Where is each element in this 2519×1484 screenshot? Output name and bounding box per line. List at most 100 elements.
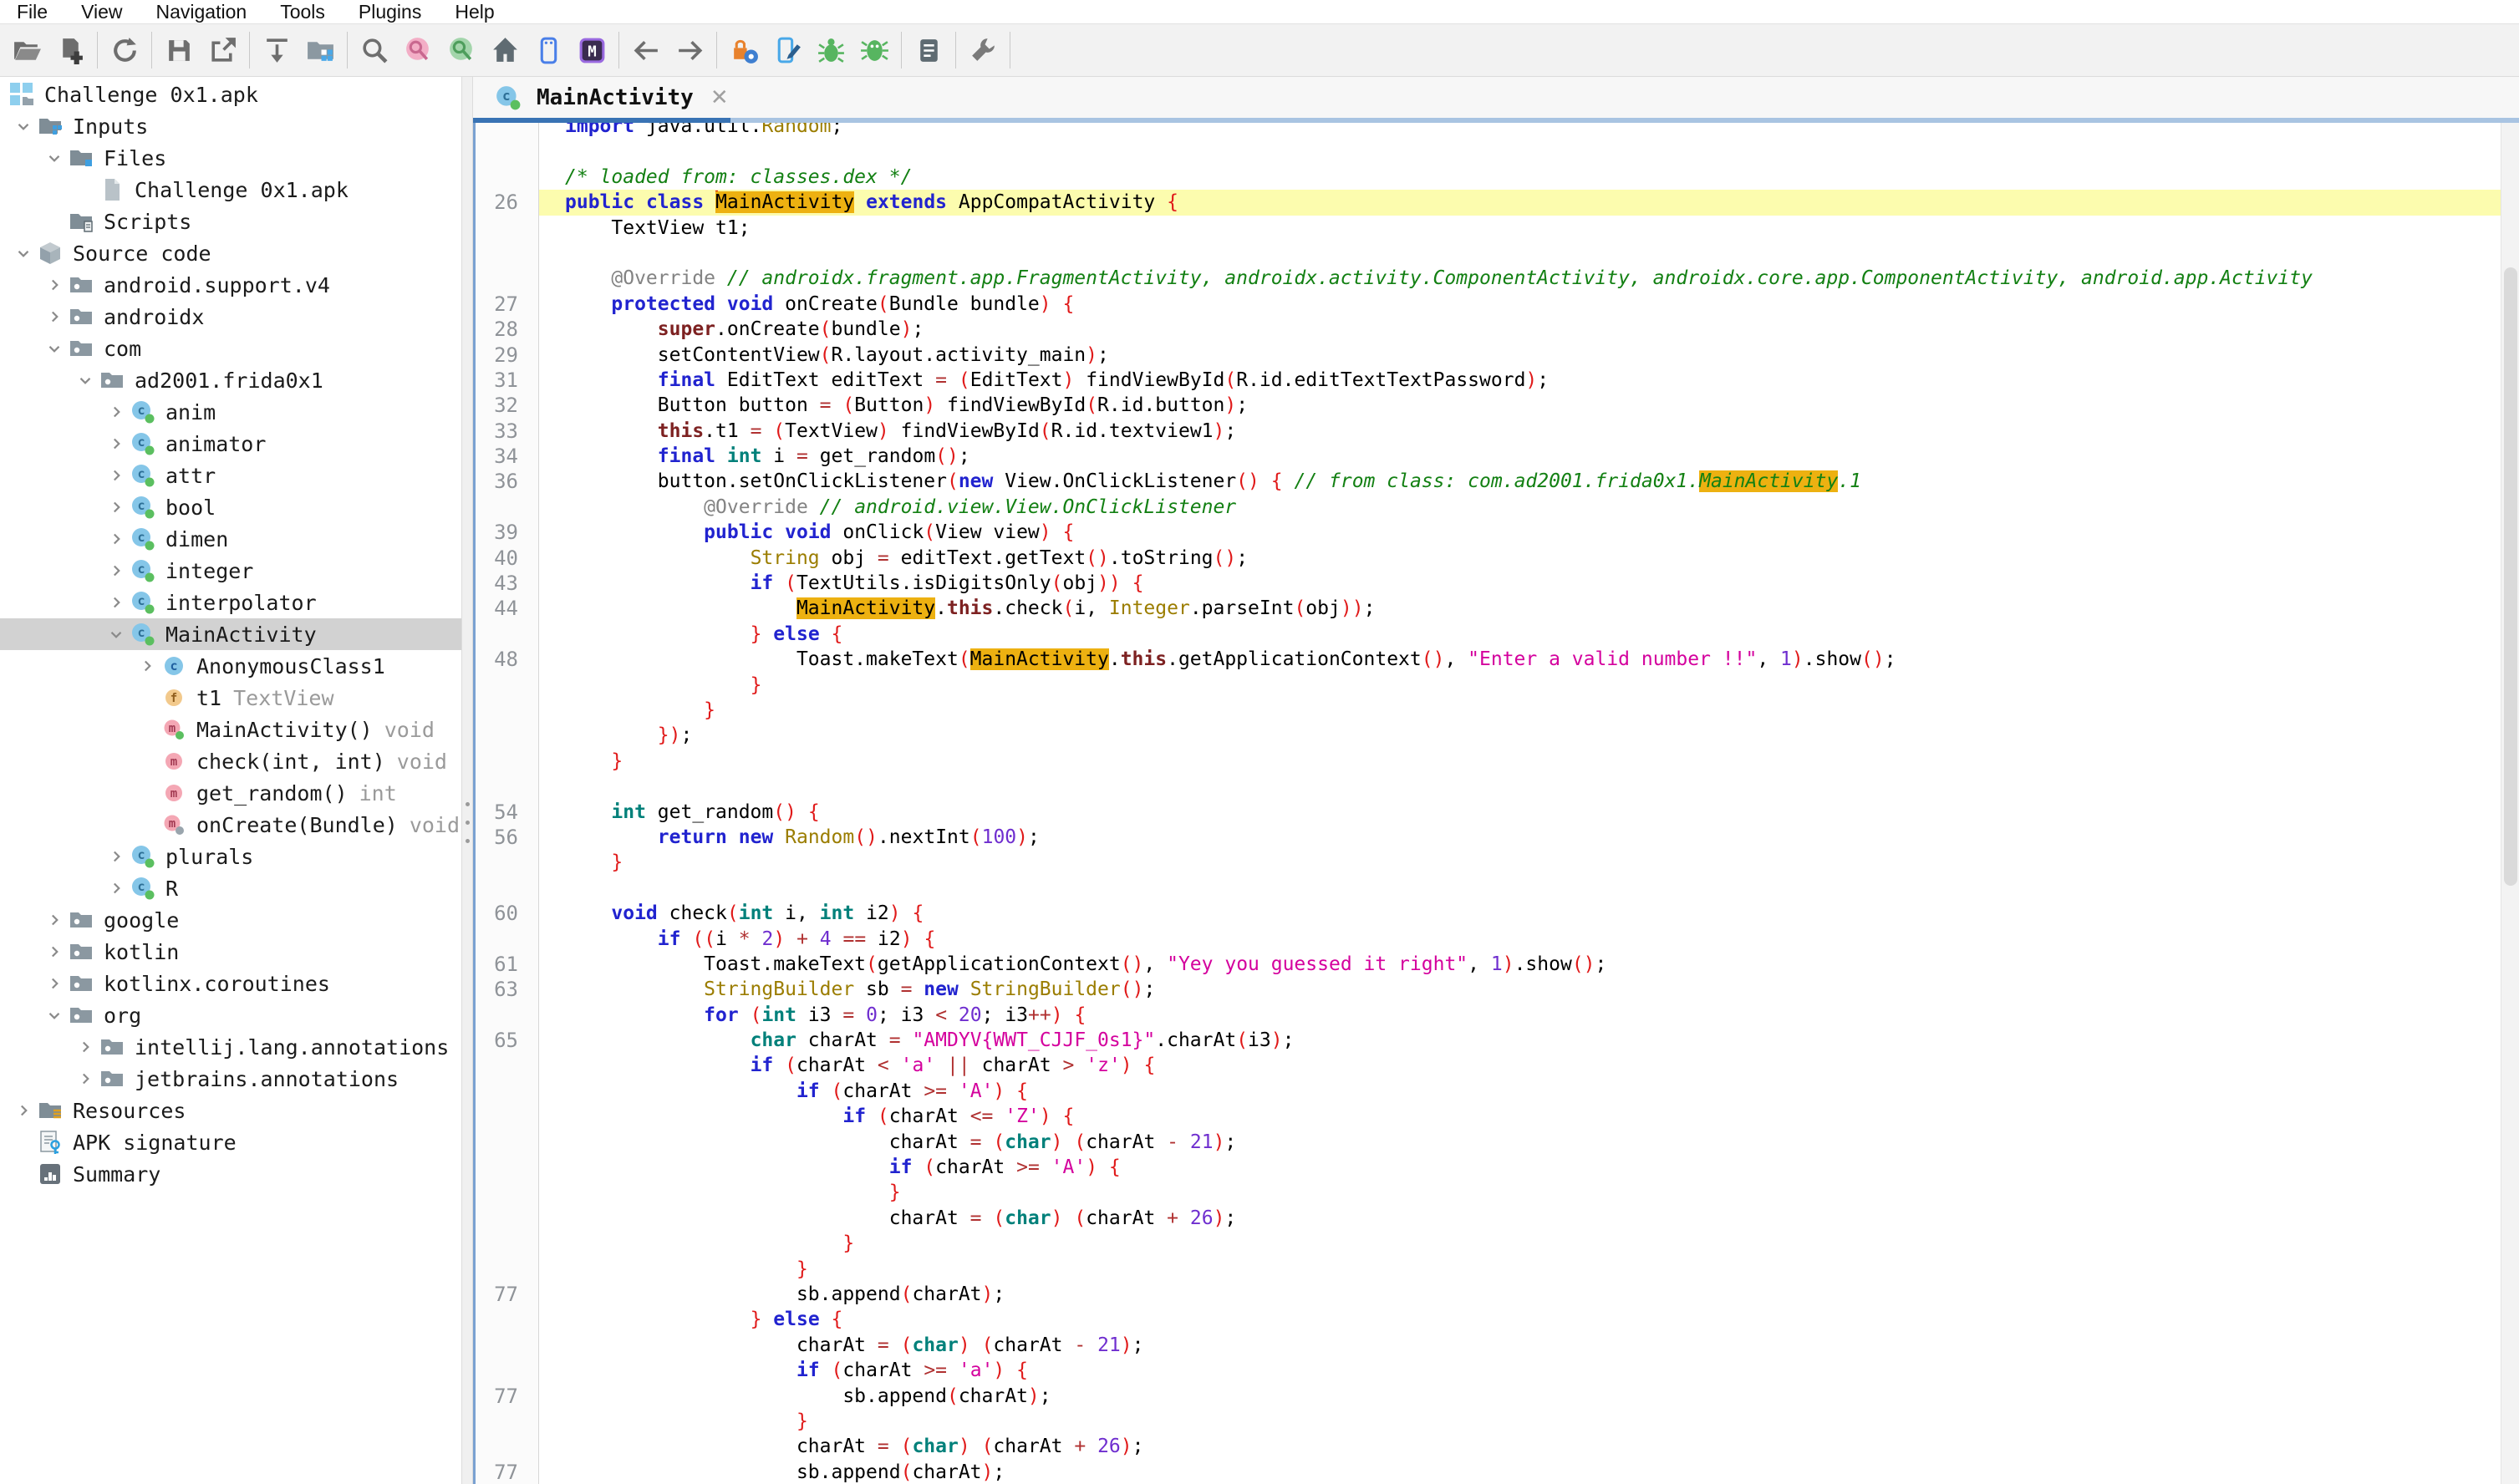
tree-item-bool[interactable]: cbool (0, 491, 461, 523)
menu-item-view[interactable]: View (81, 1, 122, 23)
main-activity-button[interactable] (483, 28, 527, 72)
tree-item-dimen[interactable]: cdimen (0, 523, 461, 555)
tree-item-challenge-0x1-apk[interactable]: Challenge 0x1.apk (0, 174, 461, 206)
class-search-button[interactable] (440, 28, 483, 72)
tree-item-check-int-int[interactable]: mcheck(int, int)void (0, 745, 461, 777)
tree-item-kotlin[interactable]: kotlin (0, 936, 461, 968)
tree-item-intellij-lang-annotations[interactable]: intellij.lang.annotations (0, 1031, 461, 1063)
reload-button[interactable] (103, 28, 146, 72)
tree-item-google[interactable]: google (0, 904, 461, 936)
tree-item-jetbrains-annotations[interactable]: jetbrains.annotations (0, 1063, 461, 1095)
project-tree[interactable]: Challenge 0x1.apkInputsFilesChallenge 0x… (0, 77, 461, 1484)
vertical-scrollbar-thumb[interactable] (2504, 267, 2517, 886)
chevron-right-icon[interactable] (40, 301, 69, 333)
vertical-scrollbar[interactable] (2501, 123, 2519, 1484)
chevron-right-icon[interactable] (40, 269, 69, 301)
device-icon (533, 35, 564, 66)
log-viewer-button[interactable] (907, 28, 950, 72)
search-button[interactable] (353, 28, 396, 72)
chevron-right-icon[interactable] (102, 872, 130, 904)
tree-item-get-random[interactable]: mget_random()int (0, 777, 461, 809)
chevron-right-icon[interactable] (71, 1063, 99, 1095)
add-files-button[interactable] (48, 28, 92, 72)
chevron-right-icon[interactable] (102, 491, 130, 523)
tree-item-anonymousclass1[interactable]: cAnonymousClass1 (0, 650, 461, 682)
chevron-down-icon[interactable] (9, 110, 38, 142)
chevron-down-icon[interactable] (102, 618, 130, 650)
text-search-button[interactable] (396, 28, 440, 72)
tree-item-anim[interactable]: canim (0, 396, 461, 428)
open-file-button[interactable] (5, 28, 48, 72)
panel-splitter[interactable] (461, 77, 473, 1484)
chevron-right-icon[interactable] (102, 841, 130, 872)
tree-item-attr[interactable]: cattr (0, 460, 461, 491)
tree-item-interpolator[interactable]: cinterpolator (0, 587, 461, 618)
tree-item-source-code[interactable]: Source code (0, 237, 461, 269)
chevron-down-icon[interactable] (71, 364, 99, 396)
chevron-right-icon[interactable] (40, 968, 69, 999)
chevron-right-icon[interactable] (102, 396, 130, 428)
tree-item-plurals[interactable]: cplurals (0, 841, 461, 872)
chevron-down-icon[interactable] (40, 142, 69, 174)
forward-button[interactable] (668, 28, 711, 72)
tree-item-apk-signature[interactable]: APK signature (0, 1126, 461, 1158)
tree-item-t1[interactable]: ft1TextView (0, 682, 461, 714)
menu-item-plugins[interactable]: Plugins (359, 1, 421, 23)
tree-item-oncreate-bundle[interactable]: monCreate(Bundle)void (0, 809, 461, 841)
close-icon[interactable]: ✕ (702, 85, 729, 110)
sync-button[interactable] (255, 28, 298, 72)
save-all-button[interactable] (157, 28, 201, 72)
chevron-right-icon[interactable] (102, 587, 130, 618)
menu-item-tools[interactable]: Tools (280, 1, 325, 23)
tree-item-inputs[interactable]: Inputs (0, 110, 461, 142)
menu-item-navigation[interactable]: Navigation (156, 1, 247, 23)
chevron-right-icon[interactable] (133, 650, 161, 682)
chevron-down-icon[interactable] (9, 237, 38, 269)
flat-packages-button[interactable] (298, 28, 342, 72)
device-button[interactable] (527, 28, 570, 72)
menu-item-help[interactable]: Help (455, 1, 494, 23)
tree-item-animator[interactable]: canimator (0, 428, 461, 460)
chevron-right-icon[interactable] (71, 1031, 99, 1063)
chevron-right-icon[interactable] (40, 936, 69, 968)
chevron-down-icon[interactable] (40, 333, 69, 364)
tree-item-mainactivity[interactable]: cMainActivity (0, 618, 461, 650)
tree-item-android-support-v4[interactable]: android.support.v4 (0, 269, 461, 301)
back-button[interactable] (624, 28, 668, 72)
frida-button[interactable] (809, 28, 852, 72)
tab-mainactivity[interactable]: c MainActivity ✕ (473, 77, 744, 118)
tree-item-ad2001-frida0x1[interactable]: ad2001.frida0x1 (0, 364, 461, 396)
tree-item-mainactivity[interactable]: mMainActivity()void (0, 714, 461, 745)
tree-item-r[interactable]: cR (0, 872, 461, 904)
chevron-right-icon[interactable] (102, 523, 130, 555)
tree-item-challenge-0x1-apk[interactable]: Challenge 0x1.apk (0, 79, 461, 110)
code-line: 32 Button button = (Button) findViewById… (476, 393, 2519, 418)
code-editor[interactable]: import java.util.Random;/* loaded from: … (473, 123, 2519, 1484)
quark-button[interactable] (852, 28, 896, 72)
export-button[interactable] (201, 28, 244, 72)
tree-item-integer[interactable]: cinteger (0, 555, 461, 587)
menu-item-file[interactable]: File (17, 1, 48, 23)
chevron-right-icon[interactable] (102, 555, 130, 587)
tree-item-summary[interactable]: Summary (0, 1158, 461, 1190)
svg-text:c: c (137, 593, 145, 608)
chevron-right-icon[interactable] (102, 460, 130, 491)
tree-item-files[interactable]: Files (0, 142, 461, 174)
menu-bar: File View Navigation Tools Plugins Help (0, 0, 2519, 23)
tree-item-androidx[interactable]: androidx (0, 301, 461, 333)
tree-item-com[interactable]: com (0, 333, 461, 364)
edit-excluded-button[interactable] (766, 28, 809, 72)
tree-item-kotlinx-coroutines[interactable]: kotlinx.coroutines (0, 968, 461, 999)
deobfuscation-button[interactable] (722, 28, 766, 72)
chevron-right-icon[interactable] (9, 1095, 38, 1126)
memory-dump-button[interactable]: M (570, 28, 613, 72)
chevron-right-icon[interactable] (40, 904, 69, 936)
code-line-text: sb.append(charAt); (539, 1282, 2519, 1307)
tree-item-resources[interactable]: Resources (0, 1095, 461, 1126)
tree-item-org[interactable]: org (0, 999, 461, 1031)
chevron-down-icon[interactable] (40, 999, 69, 1031)
code-area[interactable]: import java.util.Random;/* loaded from: … (476, 123, 2519, 1484)
chevron-right-icon[interactable] (102, 428, 130, 460)
tree-item-scripts[interactable]: Scripts (0, 206, 461, 237)
preferences-button[interactable] (961, 28, 1005, 72)
